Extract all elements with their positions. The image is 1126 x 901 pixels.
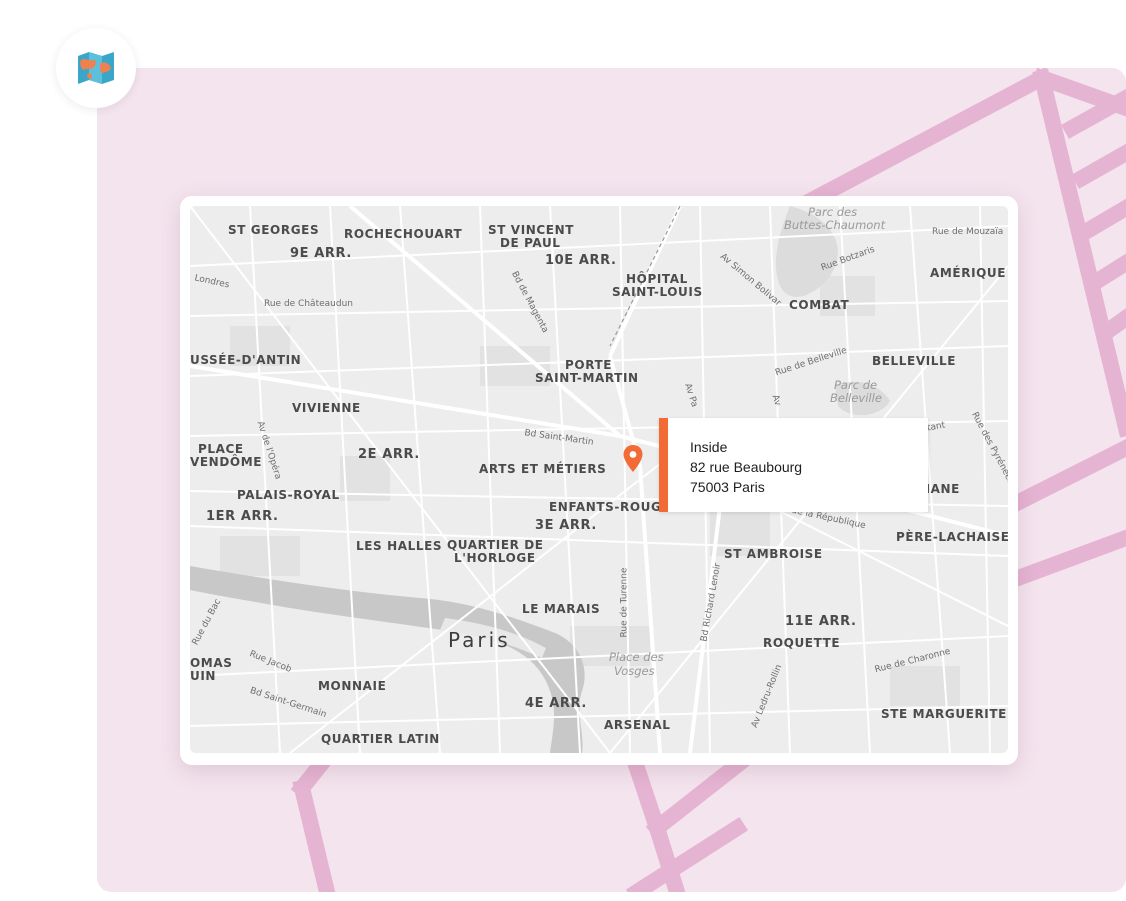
park-label: Place des xyxy=(609,650,664,664)
area-label: COMBAT xyxy=(789,298,850,312)
location-street: 82 rue Beaubourg xyxy=(690,459,803,475)
area-label: STE MARGUERITE xyxy=(881,707,1007,721)
street-label: Rue de Mouzaïa xyxy=(932,227,1004,237)
area-label: UIN xyxy=(190,669,217,683)
area-label: 11E ARR. xyxy=(785,614,857,629)
area-label: ARTS ET MÉTIERS xyxy=(479,462,607,476)
folded-map-icon xyxy=(78,52,114,84)
area-label: DE PAUL xyxy=(500,236,561,250)
area-label: SAINT-LOUIS xyxy=(612,285,703,299)
area-label: LES HALLES xyxy=(356,539,443,553)
area-label: ROCHECHOUART xyxy=(344,227,463,241)
area-label: AMÉRIQUE xyxy=(930,266,1007,280)
area-label: USSÉE-D'ANTIN xyxy=(190,353,302,367)
street-label: Rue de Turenne xyxy=(619,567,630,638)
area-label: VIVIENNE xyxy=(292,401,361,415)
area-label: 2E ARR. xyxy=(358,447,420,462)
area-label: 1ER ARR. xyxy=(206,509,279,524)
area-label: ARSENAL xyxy=(604,718,671,732)
location-info-window: Inside 82 rue Beaubourg 75003 Paris xyxy=(659,418,928,512)
area-label: MONNAIE xyxy=(318,679,387,693)
area-label: LE MARAIS xyxy=(522,602,601,616)
area-label: QUARTIER LATIN xyxy=(321,732,440,746)
park-label: Buttes-Chaumont xyxy=(784,218,886,232)
area-label: 3E ARR. xyxy=(535,518,597,533)
area-label: PALAIS-ROYAL xyxy=(237,488,340,502)
area-label: 4E ARR. xyxy=(525,696,587,711)
area-label: VENDÔME xyxy=(190,455,263,469)
area-label: L'HORLOGE xyxy=(454,551,536,565)
area-label: 9E ARR. xyxy=(290,246,352,261)
area-label: ST AMBROISE xyxy=(724,547,823,561)
area-label: SAINT-MARTIN xyxy=(535,371,639,385)
map-card: ST GEORGES ROCHECHOUART ST VINCENT DE PA… xyxy=(180,196,1018,765)
area-label: BELLEVILLE xyxy=(872,354,957,368)
area-label: ROQUETTE xyxy=(763,636,841,650)
street-label: Rue de Châteaudun xyxy=(264,299,353,309)
map-pin-icon[interactable] xyxy=(622,444,644,474)
location-name: Inside xyxy=(690,439,728,455)
app-icon xyxy=(56,28,136,108)
location-city: 75003 Paris xyxy=(690,479,765,495)
map-view[interactable]: ST GEORGES ROCHECHOUART ST VINCENT DE PA… xyxy=(190,206,1008,753)
area-label: ST GEORGES xyxy=(228,223,320,237)
city-label: Paris xyxy=(448,628,511,652)
area-label: 10E ARR. xyxy=(545,253,617,268)
park-label: Belleville xyxy=(830,391,882,405)
park-label: Vosges xyxy=(614,664,655,678)
area-label: PÈRE-LACHAISE xyxy=(896,530,1008,544)
